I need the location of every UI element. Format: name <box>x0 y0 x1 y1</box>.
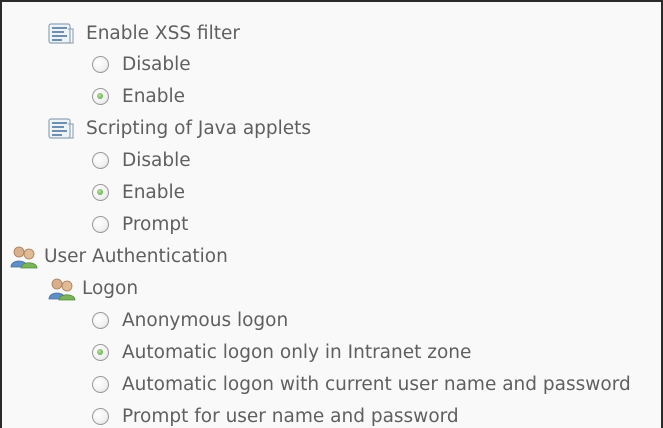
java-option-enable[interactable]: Enable <box>92 177 185 208</box>
radio-button-selected[interactable] <box>92 344 109 361</box>
java-option-disable-label: Disable <box>122 150 191 171</box>
java-applets-label: Scripting of Java applets <box>86 118 312 139</box>
logon-option-prompt[interactable]: Prompt for user name and password <box>92 401 459 428</box>
xss-option-disable[interactable]: Disable <box>92 49 191 80</box>
java-option-prompt-label: Prompt <box>122 214 189 235</box>
logon-label: Logon <box>82 278 139 299</box>
security-settings-list: Enable XSS filter Disable Enable Scripti… <box>0 0 663 428</box>
users-icon <box>48 278 76 300</box>
radio-button[interactable] <box>92 312 109 329</box>
xss-option-disable-label: Disable <box>122 54 191 75</box>
logon-option-current-user-label: Automatic logon with current user name a… <box>122 374 631 395</box>
radio-button[interactable] <box>92 152 109 169</box>
radio-button[interactable] <box>92 376 109 393</box>
radio-button[interactable] <box>92 408 109 425</box>
xss-filter-label: Enable XSS filter <box>86 23 240 44</box>
script-settings-icon <box>48 22 74 44</box>
logon-option-anonymous[interactable]: Anonymous logon <box>92 305 288 336</box>
script-settings-icon <box>48 117 74 139</box>
setting-user-authentication: User Authentication <box>10 241 228 272</box>
logon-option-intranet-label: Automatic logon only in Intranet zone <box>122 342 472 363</box>
radio-button-selected[interactable] <box>92 184 109 201</box>
java-option-prompt[interactable]: Prompt <box>92 209 188 240</box>
java-option-enable-label: Enable <box>122 182 186 203</box>
logon-option-prompt-label: Prompt for user name and password <box>122 406 459 427</box>
xss-option-enable-label: Enable <box>122 86 186 107</box>
users-icon <box>10 246 38 268</box>
logon-option-anonymous-label: Anonymous logon <box>122 310 289 331</box>
logon-option-intranet[interactable]: Automatic logon only in Intranet zone <box>92 337 471 368</box>
java-option-disable[interactable]: Disable <box>92 145 191 176</box>
setting-xss-filter: Enable XSS filter <box>48 18 240 49</box>
xss-option-enable[interactable]: Enable <box>92 81 185 112</box>
user-authentication-label: User Authentication <box>44 246 228 267</box>
setting-logon: Logon <box>48 273 138 304</box>
setting-java-applets: Scripting of Java applets <box>48 113 311 144</box>
radio-button[interactable] <box>92 56 109 73</box>
radio-button[interactable] <box>92 216 109 233</box>
radio-button-selected[interactable] <box>92 88 109 105</box>
logon-option-current-user[interactable]: Automatic logon with current user name a… <box>92 369 631 400</box>
